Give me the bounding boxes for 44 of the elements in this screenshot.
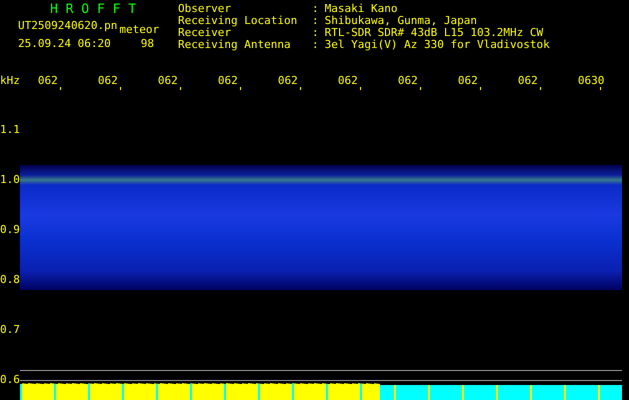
separator-label: : — [312, 3, 319, 15]
mode-label: meteor — [119, 23, 160, 37]
time-label: 062 — [518, 75, 538, 87]
unit-label: kHz — [0, 75, 20, 87]
field-label: Receiving Location — [178, 15, 298, 27]
app-title: H R O F F T — [49, 3, 138, 17]
tick-mark — [180, 87, 181, 90]
field-value: 3el Yagi(V) Az 330 for Vladivostok — [324, 39, 550, 51]
time-label: 0630 — [578, 75, 604, 87]
field-value: RTL-SDR SDR# 43dB L15 103.2MHz CW — [324, 27, 544, 39]
field-label: Observer — [178, 3, 232, 15]
tick-mark — [480, 87, 481, 90]
field-label: Receiving Antenna — [178, 39, 292, 51]
field-label: Receiver — [178, 27, 231, 39]
frequency-label: 0.7 — [0, 323, 20, 337]
tick-mark — [240, 87, 241, 90]
field-value: Shibukawa, Gunma, Japan — [324, 15, 478, 27]
time-label: 062 — [338, 75, 358, 87]
time-label: 062 — [98, 75, 118, 87]
frequency-label: 0.8 — [0, 273, 20, 287]
time-label: 062 — [38, 75, 58, 87]
separator-label: : — [312, 27, 319, 39]
tick-mark — [60, 87, 61, 90]
frequency-label: 1.0 — [0, 173, 20, 187]
tick-mark — [540, 87, 541, 90]
frequency-label: 0.6 — [0, 373, 20, 387]
separator-label: : — [312, 39, 319, 51]
time-label: 062 — [278, 75, 298, 87]
frequency-label: 1.1 — [0, 123, 20, 137]
time-label: 062 — [158, 75, 178, 87]
separator-label: : — [312, 15, 319, 27]
tick-mark — [420, 87, 421, 90]
field-value: Masaki Kano — [324, 3, 398, 15]
time-label: 062 — [398, 75, 418, 87]
file-name: UT2509240620.pn — [18, 19, 118, 32]
count-value: 98 — [140, 37, 154, 50]
date-time: 25.09.24 06:20 — [18, 37, 111, 50]
tick-mark — [300, 87, 301, 90]
tick-mark — [120, 87, 121, 90]
frequency-label: 0.9 — [0, 223, 20, 237]
time-label: 062 — [458, 75, 478, 87]
tick-mark — [600, 87, 601, 90]
tick-mark — [360, 87, 361, 90]
time-label: 062 — [218, 75, 238, 87]
